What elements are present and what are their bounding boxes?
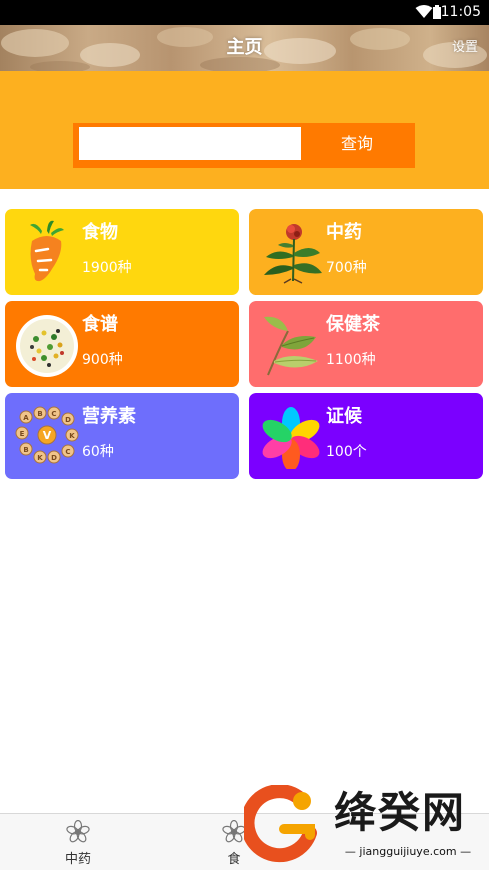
card-count: 60种 bbox=[82, 444, 114, 460]
card-title: 食物 bbox=[82, 222, 118, 243]
svg-text:V: V bbox=[43, 429, 52, 442]
app-header: 主页 设置 bbox=[0, 25, 489, 71]
card-recipes[interactable]: 食谱 900种 bbox=[5, 301, 239, 387]
svg-text:C: C bbox=[65, 448, 70, 456]
svg-text:B: B bbox=[23, 446, 28, 454]
search-area: 查询 bbox=[0, 71, 489, 189]
wifi-icon bbox=[415, 5, 433, 18]
watermark-text: 绛癸网 bbox=[334, 788, 467, 837]
search-button[interactable]: 查询 bbox=[305, 127, 409, 160]
card-nutrients[interactable]: V ABCD EK BKDC 营养素 60种 bbox=[5, 393, 239, 479]
watermark: 绛癸网 — jiangguijiuye.com — bbox=[240, 783, 489, 870]
card-title: 营养素 bbox=[82, 406, 136, 427]
svg-text:D: D bbox=[65, 416, 71, 424]
svg-text:K: K bbox=[69, 432, 75, 440]
card-count: 100个 bbox=[326, 444, 367, 460]
settings-button[interactable]: 设置 bbox=[452, 39, 478, 57]
nav-label: 中药 bbox=[64, 852, 91, 867]
search-input[interactable] bbox=[79, 127, 301, 160]
flower-icon bbox=[66, 820, 90, 843]
vitamin-letters-icon: V A B CD EK BK DC bbox=[15, 406, 79, 464]
colorful-petals-icon bbox=[262, 407, 320, 469]
svg-text:A: A bbox=[23, 414, 29, 422]
card-title: 中药 bbox=[326, 222, 362, 243]
svg-text:C: C bbox=[51, 410, 56, 418]
card-title: 保健茶 bbox=[326, 314, 380, 335]
svg-text:K: K bbox=[37, 454, 43, 462]
status-bar: 11:05 bbox=[0, 0, 489, 25]
card-count: 1900种 bbox=[82, 260, 132, 276]
carrot-icon bbox=[30, 220, 64, 282]
card-title: 食谱 bbox=[82, 314, 118, 335]
card-food[interactable]: 食物 1900种 bbox=[5, 209, 239, 295]
svg-text:E: E bbox=[20, 430, 25, 438]
card-count: 1100种 bbox=[326, 352, 376, 368]
svg-text:B: B bbox=[37, 410, 42, 418]
tea-leaf-icon bbox=[264, 316, 318, 376]
card-syndromes[interactable]: 证候 100个 bbox=[249, 393, 483, 479]
herb-plant-icon bbox=[264, 224, 322, 284]
svg-text:D: D bbox=[51, 454, 57, 462]
nav-tab-herbs[interactable]: 中药 bbox=[38, 814, 118, 870]
page-title: 主页 bbox=[226, 37, 263, 58]
status-time: 11:05 bbox=[440, 4, 481, 20]
watermark-logo-icon bbox=[244, 785, 317, 863]
card-count: 900种 bbox=[82, 352, 123, 368]
watermark-url: — jiangguijiuye.com — bbox=[344, 845, 472, 858]
card-count: 700种 bbox=[326, 260, 367, 276]
card-title: 证候 bbox=[326, 406, 362, 427]
salad-plate-icon bbox=[16, 315, 78, 377]
search-box: 查询 bbox=[73, 123, 415, 168]
home-screen: 11:05 主页 设置 查询 食物 1900种 中药 700种 食谱 900种 … bbox=[0, 0, 489, 870]
card-health-tea[interactable]: 保健茶 1100种 bbox=[249, 301, 483, 387]
card-herbs[interactable]: 中药 700种 bbox=[249, 209, 483, 295]
